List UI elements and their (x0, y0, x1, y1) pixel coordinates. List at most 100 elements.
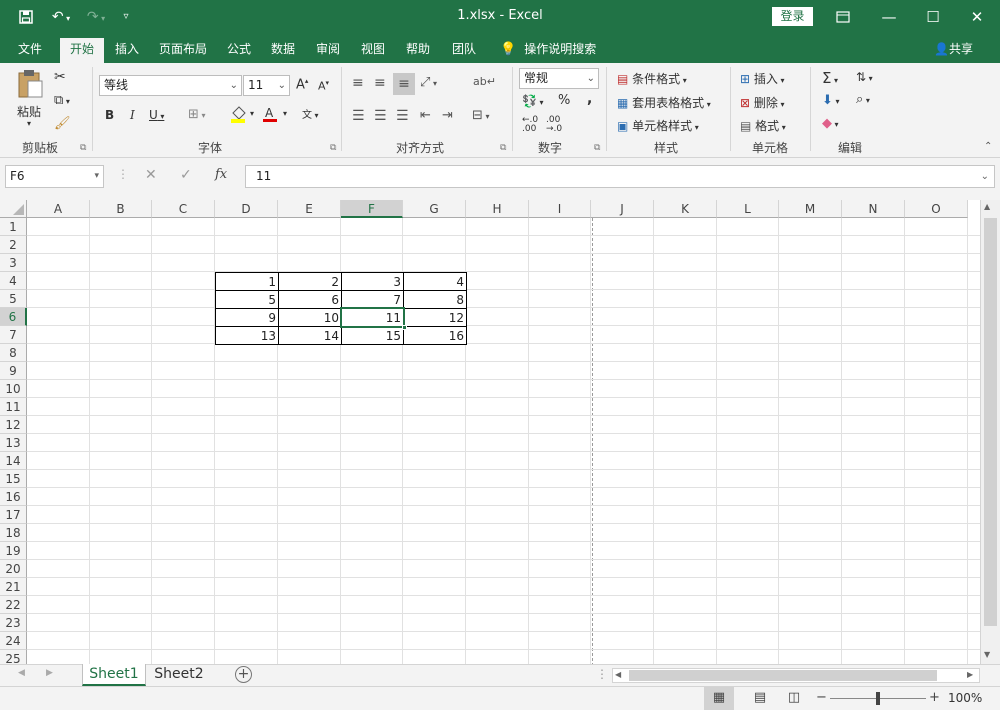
column-header-i[interactable]: I (529, 200, 591, 218)
fill-handle[interactable] (402, 325, 407, 330)
redo-icon[interactable]: ↷ ▾ (82, 0, 110, 34)
expand-formula-icon[interactable]: ⌄ (981, 166, 989, 187)
orientation-icon[interactable]: ⤢ ▾ (420, 75, 437, 90)
font-color-icon[interactable]: A (262, 105, 278, 126)
increase-indent-icon[interactable]: ⇥ (442, 108, 453, 123)
row-header-15[interactable]: 15 (0, 470, 27, 488)
column-header-c[interactable]: C (152, 200, 215, 218)
cell-f5[interactable]: 7 (341, 290, 404, 309)
vertical-scroll-thumb[interactable] (984, 218, 997, 626)
cell-g4[interactable]: 4 (403, 272, 467, 291)
cell-f4[interactable]: 3 (341, 272, 404, 291)
decrease-decimal-icon[interactable]: .00 →.0 (546, 116, 562, 134)
tab-home[interactable]: 开始 (60, 38, 104, 63)
column-header-g[interactable]: G (403, 200, 466, 218)
cell-f7[interactable]: 15 (341, 326, 404, 345)
row-header-23[interactable]: 23 (0, 614, 27, 632)
column-header-h[interactable]: H (466, 200, 529, 218)
fill-icon[interactable]: ⬇ ▾ (822, 93, 839, 108)
cell-e6[interactable]: 10 (278, 308, 342, 327)
cell-d6[interactable]: 9 (215, 308, 279, 327)
zoom-slider-thumb[interactable] (876, 692, 880, 705)
number-format-select[interactable]: 常规 ⌄ (519, 68, 599, 89)
zoom-level[interactable]: 100% (948, 687, 982, 709)
row-header-1[interactable]: 1 (0, 218, 27, 236)
formula-input[interactable]: 11 ⌄ (245, 165, 995, 188)
font-launcher-icon[interactable]: ⧉ (330, 143, 336, 153)
customize-quick-access-icon[interactable]: ▿ (116, 0, 136, 34)
insert-function-button[interactable]: fx (215, 167, 227, 182)
fill-color-dropdown-icon[interactable]: ▾ (250, 109, 254, 118)
cell-e7[interactable]: 14 (278, 326, 342, 345)
row-header-18[interactable]: 18 (0, 524, 27, 542)
cell-g5[interactable]: 8 (403, 290, 467, 309)
font-color-dropdown-icon[interactable]: ▾ (283, 109, 287, 118)
accounting-format-icon[interactable]: 💱 ▾ (522, 94, 544, 108)
maximize-icon[interactable]: ☐ (910, 0, 956, 34)
column-header-k[interactable]: K (654, 200, 717, 218)
sheet-tab-sheet1[interactable]: Sheet1 (82, 664, 146, 686)
scroll-left-icon[interactable]: ◀ (615, 670, 621, 679)
zoom-out-icon[interactable]: − (816, 687, 827, 709)
format-cells-button[interactable]: ▤ 格式 ▾ (740, 117, 786, 134)
grow-font-icon[interactable]: A▴ (296, 77, 308, 92)
page-layout-view-icon[interactable]: ▤ (750, 687, 770, 709)
cancel-icon[interactable]: ✕ (145, 167, 157, 183)
column-header-m[interactable]: M (779, 200, 842, 218)
scroll-right-icon[interactable]: ▶ (967, 670, 973, 679)
find-select-icon[interactable]: ⌕ ▾ (856, 92, 870, 107)
row-header-19[interactable]: 19 (0, 542, 27, 560)
horizontal-scroll-thumb[interactable] (629, 670, 937, 681)
row-header-6[interactable]: 6 (0, 308, 27, 326)
row-header-3[interactable]: 3 (0, 254, 27, 272)
tab-formulas[interactable]: 公式 (220, 38, 258, 63)
sheet-splitter-icon[interactable]: ⋮ (596, 667, 608, 681)
percent-button[interactable]: % (558, 93, 570, 108)
delete-cells-button[interactable]: ⊠ 删除 ▾ (740, 94, 784, 111)
row-header-16[interactable]: 16 (0, 488, 27, 506)
cell-d4[interactable]: 1 (215, 272, 279, 291)
tab-file[interactable]: 文件 (10, 38, 50, 63)
align-top-icon[interactable]: ≡ (352, 75, 364, 91)
minimize-icon[interactable]: — (866, 0, 912, 34)
row-header-4[interactable]: 4 (0, 272, 27, 290)
tab-data[interactable]: 数据 (264, 38, 302, 63)
tab-page-layout[interactable]: 页面布局 (152, 38, 214, 63)
cell-e5[interactable]: 6 (278, 290, 342, 309)
row-header-10[interactable]: 10 (0, 380, 27, 398)
row-header-21[interactable]: 21 (0, 578, 27, 596)
cell-g7[interactable]: 16 (403, 326, 467, 345)
select-all-corner[interactable] (0, 200, 27, 218)
align-right-icon[interactable]: ☰ (396, 108, 409, 124)
conditional-format-button[interactable]: ▤ 条件格式 ▾ (617, 70, 687, 87)
new-sheet-icon[interactable]: + (235, 666, 252, 683)
enter-icon[interactable]: ✓ (180, 167, 192, 183)
row-header-5[interactable]: 5 (0, 290, 27, 308)
ribbon-display-icon[interactable] (820, 0, 866, 34)
sheet-tab-sheet2[interactable]: Sheet2 (148, 664, 210, 686)
shrink-font-icon[interactable]: A▾ (318, 79, 329, 93)
paste-button[interactable]: 粘贴 (17, 103, 41, 120)
row-header-20[interactable]: 20 (0, 560, 27, 578)
autosum-icon[interactable]: Σ ▾ (822, 69, 838, 87)
wrap-text-icon[interactable]: ab↵ (473, 75, 496, 88)
align-center-icon[interactable]: ☰ (374, 108, 387, 124)
font-size-select[interactable]: 11 ⌄ (243, 75, 290, 96)
cell-d5[interactable]: 5 (215, 290, 279, 309)
zoom-in-icon[interactable]: + (929, 687, 940, 709)
row-header-2[interactable]: 2 (0, 236, 27, 254)
column-header-f[interactable]: F (341, 200, 403, 218)
spreadsheet-grid[interactable]: A B C D E F G H I J K L M N O 1 2 3 4 5 6 7 8 9 10 11 12 13 14 15 16 17… (0, 200, 1000, 666)
cell-f6[interactable]: 11 (341, 308, 404, 327)
normal-view-icon[interactable]: ▦ (704, 687, 734, 710)
column-header-n[interactable]: N (842, 200, 905, 218)
column-header-d[interactable]: D (215, 200, 278, 218)
cell-g6[interactable]: 12 (403, 308, 467, 327)
align-middle-icon[interactable]: ≡ (374, 75, 386, 91)
paste-dropdown-icon[interactable]: ▾ (27, 119, 31, 128)
tab-team[interactable]: 团队 (444, 38, 484, 63)
column-header-b[interactable]: B (90, 200, 152, 218)
scroll-sheets-right-icon[interactable]: ▶ (46, 668, 53, 678)
tab-insert[interactable]: 插入 (108, 38, 146, 63)
align-left-icon[interactable]: ☰ (352, 108, 365, 124)
